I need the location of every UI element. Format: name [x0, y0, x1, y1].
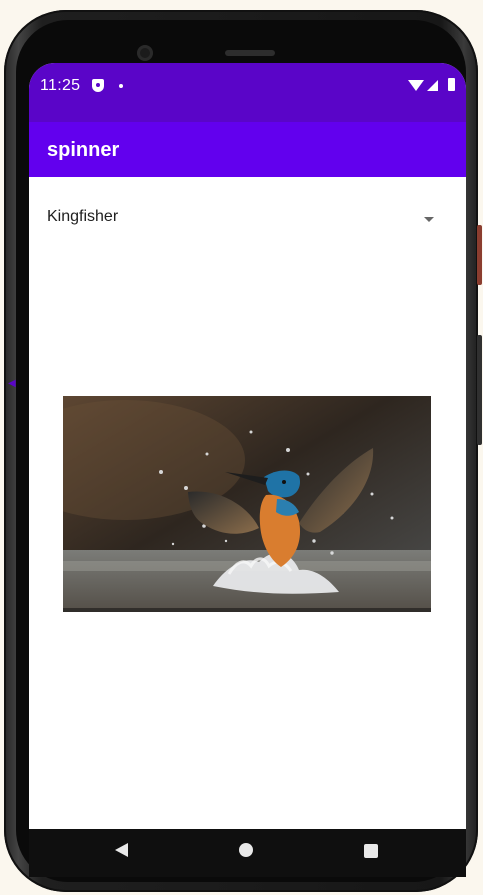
- bird-eye: [282, 480, 286, 484]
- kingfisher-photo: [63, 396, 431, 612]
- camera-icon: [137, 45, 153, 61]
- volume-button[interactable]: [477, 335, 482, 445]
- edge-mark: ◀: [8, 378, 16, 389]
- home-icon[interactable]: [239, 843, 253, 857]
- photo-bottom-shadow: [63, 608, 431, 612]
- emulator-window: ◀ 11:25 spinner Kingfisher: [0, 0, 483, 895]
- notification-dot-icon: [119, 84, 123, 88]
- back-icon[interactable]: [115, 843, 128, 857]
- dropdown-arrow-icon: [424, 217, 434, 222]
- bird-spinner[interactable]: Kingfisher: [29, 195, 466, 239]
- status-bar: 11:25: [29, 63, 466, 122]
- app-bar: spinner: [29, 122, 466, 177]
- power-button[interactable]: [477, 225, 482, 285]
- speaker-grille: [225, 50, 275, 56]
- navigation-bar: [29, 829, 466, 877]
- signal-icon: [427, 80, 438, 91]
- shield-icon: [92, 79, 104, 92]
- recent-apps-icon[interactable]: [364, 844, 378, 858]
- status-time: 11:25: [40, 77, 81, 94]
- spinner-selected-value: Kingfisher: [47, 208, 119, 225]
- wifi-icon: [408, 80, 424, 91]
- phone-screen: 11:25 spinner Kingfisher: [29, 63, 466, 829]
- app-title: spinner: [47, 139, 120, 161]
- kingfisher-image: [63, 396, 431, 612]
- battery-icon: [448, 78, 455, 91]
